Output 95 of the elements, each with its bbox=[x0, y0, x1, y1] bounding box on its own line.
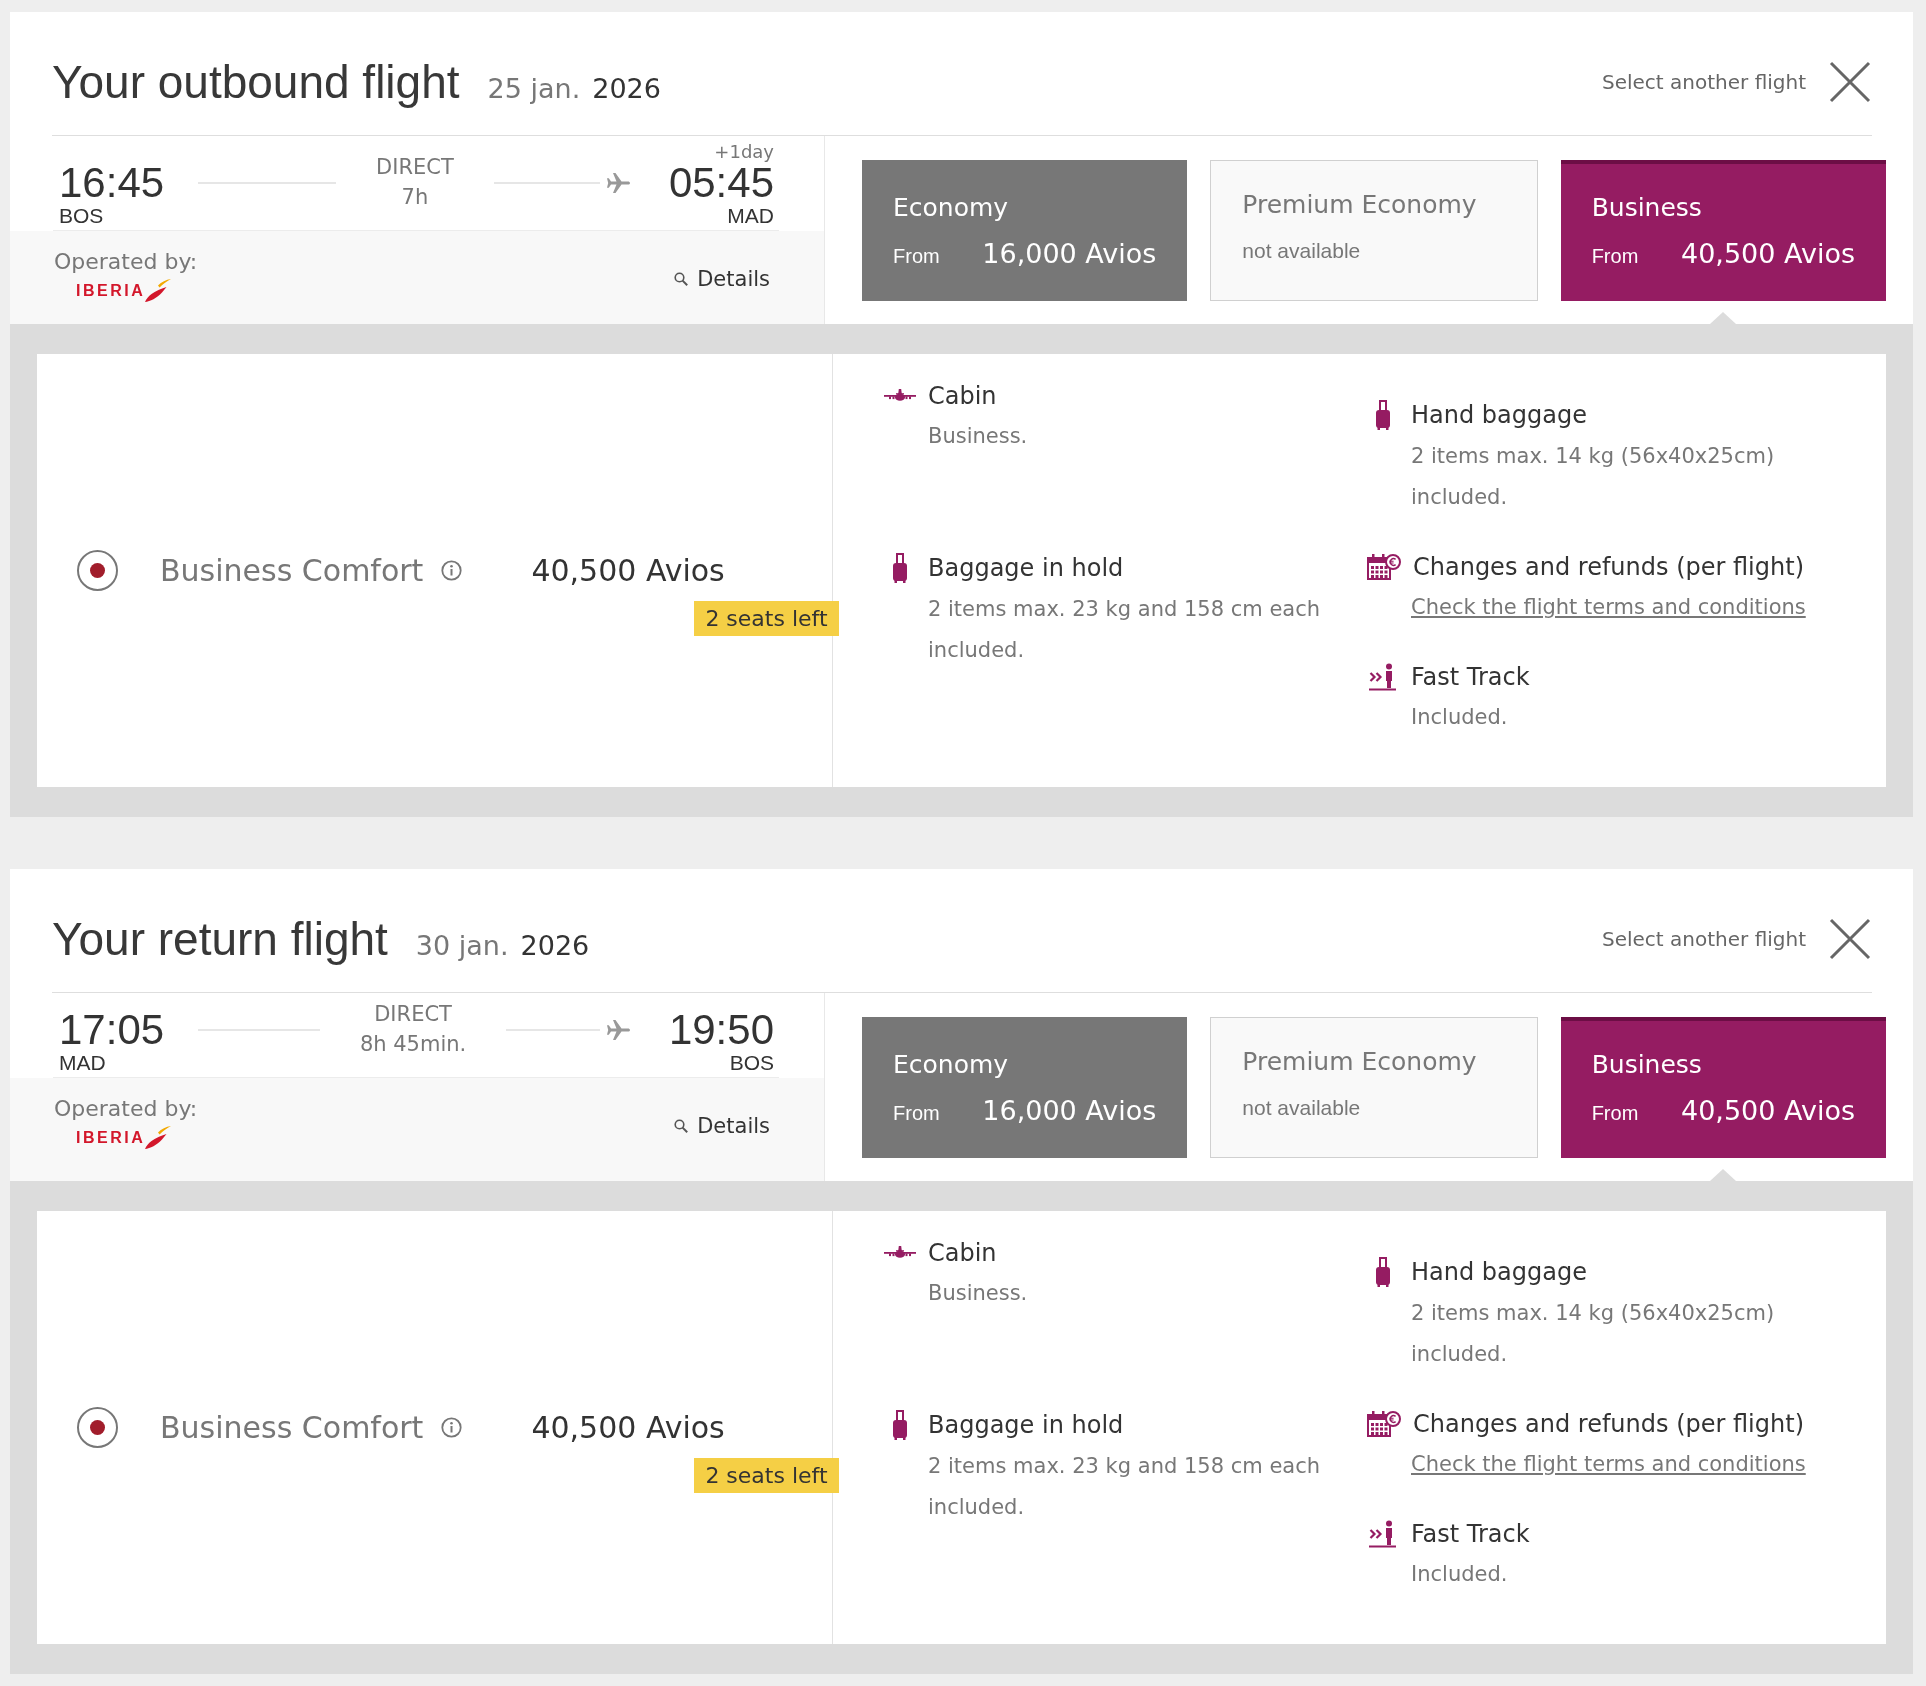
info-icon[interactable] bbox=[441, 1417, 463, 1438]
details-link[interactable]: Details bbox=[674, 266, 770, 292]
person-chevrons-icon bbox=[1368, 663, 1398, 691]
airplane-icon bbox=[605, 1019, 631, 1041]
option-price: 40,500 Avios bbox=[531, 1409, 725, 1446]
calendar-coin-icon bbox=[1367, 1410, 1401, 1438]
flight-heading: Your outbound flight bbox=[52, 55, 460, 109]
close-icon[interactable] bbox=[1828, 917, 1872, 961]
cabin-class-name: Business bbox=[1591, 193, 1702, 223]
flight-year: 2026 bbox=[592, 73, 661, 104]
departure-time: 16:45 bbox=[59, 162, 165, 204]
suitcase-icon bbox=[1375, 1256, 1391, 1288]
arrival-airport: MAD bbox=[727, 204, 774, 228]
select-another-flight-link[interactable]: Select another flight bbox=[1602, 917, 1872, 961]
from-label: From bbox=[1591, 244, 1639, 269]
benefit-description: 2 items max. 14 kg (56x40x25cm) included. bbox=[1411, 443, 1776, 511]
benefit-title: Fast Track bbox=[1411, 662, 1530, 692]
suitcase-icon bbox=[1375, 399, 1391, 431]
operated-by-label: Operated by: bbox=[54, 1096, 198, 1122]
airline-name: IBERIA bbox=[76, 280, 146, 301]
benefit-description: 2 items max. 23 kg and 158 cm each included. bbox=[928, 1453, 1322, 1521]
stops-label: DIRECT bbox=[374, 1001, 452, 1028]
terms-link[interactable]: Check the flight terms and conditions bbox=[1411, 1444, 1806, 1485]
select-another-flight-link[interactable]: Select another flight bbox=[1602, 60, 1872, 104]
calendar-coin-icon bbox=[1367, 553, 1401, 581]
suitcase-icon bbox=[892, 552, 908, 584]
benefit-title: Hand baggage bbox=[1411, 1257, 1587, 1287]
airplane-icon bbox=[605, 172, 631, 194]
benefit-description: Included. bbox=[1411, 704, 1509, 731]
departure-time: 17:05 bbox=[59, 1009, 165, 1051]
benefit-description: Business. bbox=[928, 423, 1029, 450]
cabin-class-name: Premium Economy bbox=[1242, 190, 1477, 220]
availability-note: not available bbox=[1242, 238, 1361, 264]
arrival-time: 05:45 bbox=[668, 162, 774, 204]
airplane-icon bbox=[884, 388, 916, 404]
benefit-title: Cabin bbox=[928, 381, 997, 411]
duration-label: 8h 45min. bbox=[359, 1031, 467, 1058]
info-icon[interactable] bbox=[441, 560, 463, 581]
details-link[interactable]: Details bbox=[674, 1113, 770, 1139]
benefit-title: Baggage in hold bbox=[928, 1410, 1124, 1440]
search-icon[interactable] bbox=[674, 272, 689, 286]
benefit-title: Changes and refunds (per flight) bbox=[1413, 552, 1804, 582]
fare-card[interactable]: Economy From 16,000 Avios bbox=[862, 160, 1188, 301]
benefit-description: Included. bbox=[1411, 1561, 1509, 1588]
cabin-class-name: Economy bbox=[893, 193, 1009, 223]
cabin-class-name: Business bbox=[1591, 1050, 1702, 1080]
seats-left-badge: 2 seats left bbox=[694, 1457, 839, 1493]
cabin-class-name: Economy bbox=[893, 1050, 1009, 1080]
from-label: From bbox=[893, 244, 940, 269]
flight-year: 2026 bbox=[520, 930, 590, 961]
search-icon[interactable] bbox=[674, 1119, 689, 1133]
benefit-title: Baggage in hold bbox=[928, 553, 1124, 583]
departure-airport: BOS bbox=[59, 204, 104, 228]
arrival-airport: BOS bbox=[729, 1051, 774, 1075]
suitcase-icon bbox=[892, 1409, 908, 1441]
fare-card[interactable]: Economy From 16,000 Avios bbox=[862, 1017, 1188, 1158]
swoosh-icon bbox=[145, 279, 172, 302]
benefit-description: 2 items max. 14 kg (56x40x25cm) included. bbox=[1411, 1300, 1776, 1368]
close-icon[interactable] bbox=[1828, 60, 1872, 104]
seats-left-badge: 2 seats left bbox=[694, 600, 839, 636]
benefit-title: Hand baggage bbox=[1411, 400, 1587, 430]
fare-name: Business Comfort bbox=[160, 552, 424, 589]
cabin-class-name: Premium Economy bbox=[1242, 1047, 1477, 1077]
benefit-description: 2 items max. 23 kg and 158 cm each included. bbox=[928, 596, 1322, 664]
radio-button[interactable] bbox=[77, 1407, 118, 1448]
benefit-description: Business. bbox=[928, 1280, 1029, 1307]
flight-date: 30 jan. bbox=[415, 930, 509, 961]
airplane-icon bbox=[884, 1245, 916, 1261]
radio-button[interactable] bbox=[77, 550, 118, 591]
benefit-title: Changes and refunds (per flight) bbox=[1413, 1409, 1804, 1439]
duration-label: 7h bbox=[401, 184, 429, 211]
flight-heading: Your return flight bbox=[52, 912, 388, 966]
arrival-time: 19:50 bbox=[668, 1009, 774, 1051]
operated-by-label: Operated by: bbox=[54, 249, 198, 275]
fare-price: 40,500 Avios bbox=[1680, 1096, 1855, 1126]
from-label: From bbox=[1591, 1101, 1639, 1126]
fare-card[interactable]: Premium Economy not available bbox=[1210, 160, 1538, 301]
from-label: From bbox=[893, 1101, 940, 1126]
person-chevrons-icon bbox=[1368, 1520, 1398, 1548]
availability-note: not available bbox=[1242, 1095, 1361, 1121]
fare-price: 16,000 Avios bbox=[982, 1096, 1157, 1126]
departure-airport: MAD bbox=[59, 1051, 106, 1075]
fare-card[interactable]: Premium Economy not available bbox=[1210, 1017, 1538, 1158]
flight-date: 25 jan. bbox=[487, 73, 581, 104]
stops-label: DIRECT bbox=[376, 154, 454, 181]
terms-link[interactable]: Check the flight terms and conditions bbox=[1411, 587, 1806, 628]
fare-price: 40,500 Avios bbox=[1680, 239, 1855, 269]
airline-name: IBERIA bbox=[76, 1127, 146, 1148]
fare-price: 16,000 Avios bbox=[982, 239, 1157, 269]
swoosh-icon bbox=[145, 1126, 172, 1149]
option-price: 40,500 Avios bbox=[531, 552, 725, 589]
day-offset-label: +1day bbox=[714, 142, 774, 162]
fare-name: Business Comfort bbox=[160, 1409, 424, 1446]
benefit-title: Fast Track bbox=[1411, 1519, 1530, 1549]
benefit-title: Cabin bbox=[928, 1238, 997, 1268]
